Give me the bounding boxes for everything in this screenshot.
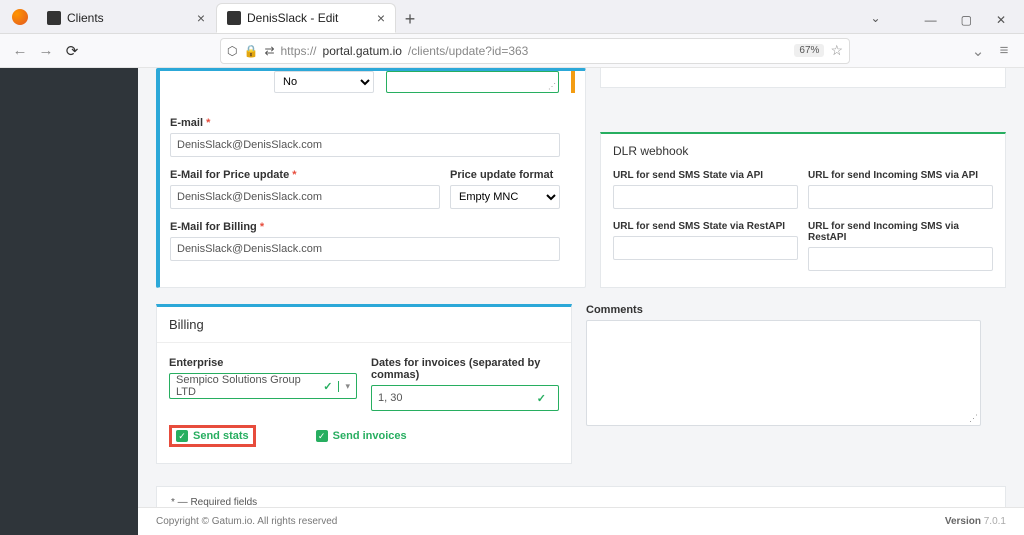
enterprise-select[interactable]: Sempico Solutions Group LTD ✓ ▾ — [169, 373, 357, 399]
tab-edit[interactable]: DenisSlack - Edit × — [216, 3, 396, 33]
bookmark-icon[interactable]: ☆ — [830, 42, 843, 59]
tab-label: DenisSlack - Edit — [247, 11, 338, 25]
minimize-button[interactable]: — — [925, 13, 937, 27]
comments-section: Comments ⋰ — [586, 304, 1006, 464]
email-panel: No ⋰ E-mail * E-Mail for Price update * — [156, 68, 586, 288]
billing-title: Billing — [157, 307, 571, 343]
check-icon: ✓ — [537, 392, 546, 405]
copyright: Copyright © Gatum.io. All rights reserve… — [156, 516, 337, 527]
orange-stripe — [571, 71, 575, 93]
tab-label: Clients — [67, 11, 104, 25]
version-number: 7.0.1 — [984, 516, 1006, 527]
dlr-f1-input[interactable] — [613, 185, 798, 209]
enterprise-value: Sempico Solutions Group LTD — [176, 374, 323, 398]
billing-email-label: E-Mail for Billing * — [170, 221, 575, 233]
dates-label: Dates for invoices (separated by commas) — [371, 357, 559, 381]
send-invoices-checkbox[interactable]: ✓ — [316, 430, 328, 442]
dates-input[interactable]: 1, 30 ✓ — [371, 385, 559, 411]
favicon-icon — [227, 11, 241, 25]
send-stats-highlight: ✓ Send stats — [169, 425, 256, 447]
dlr-f3-input[interactable] — [613, 236, 798, 260]
favicon-icon — [47, 11, 61, 25]
send-stats-label: Send stats — [193, 430, 249, 442]
firefox-logo-icon — [12, 9, 28, 25]
back-button[interactable]: ← — [12, 42, 28, 59]
comments-label: Comments — [586, 304, 1006, 316]
price-format-select[interactable]: Empty MNC — [450, 185, 560, 209]
close-icon[interactable]: × — [197, 10, 205, 26]
pocket-icon[interactable]: ⌄ — [970, 42, 986, 60]
price-format-label: Price update format — [450, 169, 560, 181]
footer: Copyright © Gatum.io. All rights reserve… — [138, 507, 1024, 535]
new-tab-button[interactable]: + — [396, 5, 424, 33]
billing-panel: Billing Enterprise Sempico Solutions Gro… — [156, 304, 572, 464]
tab-clients[interactable]: Clients × — [36, 3, 216, 33]
browser-tab-strip: Clients × DenisSlack - Edit × + ⌄ — ▢ ✕ — [0, 0, 1024, 34]
dlr-f4-input[interactable] — [808, 247, 993, 271]
url-protocol: https:// — [281, 44, 317, 58]
dlr-f4-label: URL for send Incoming SMS via RestAPI — [808, 221, 993, 243]
check-icon: ✓ — [323, 380, 332, 393]
email-label: E-mail * — [170, 117, 575, 129]
email-input[interactable] — [170, 133, 560, 157]
reload-button[interactable]: ⟳ — [64, 42, 80, 60]
dlr-f1-label: URL for send SMS State via API — [613, 170, 798, 181]
top-select[interactable]: No — [274, 71, 374, 93]
shield-icon: ⬡ — [227, 44, 237, 58]
enterprise-label: Enterprise — [169, 357, 357, 369]
url-path: /clients/update?id=363 — [408, 44, 528, 58]
version-label: Version — [945, 516, 981, 527]
sidebar — [0, 68, 138, 535]
address-bar: ← → ⟳ ⬡ 🔒 ⇄ https:// portal.gatum.io/clie… — [0, 34, 1024, 68]
comments-textarea[interactable]: ⋰ — [586, 320, 981, 426]
chevron-down-icon: ▾ — [338, 381, 350, 392]
dlr-f3-label: URL for send SMS State via RestAPI — [613, 221, 798, 232]
dlr-f2-label: URL for send Incoming SMS via API — [808, 170, 993, 181]
chevron-down-icon[interactable]: ⌄ — [871, 11, 881, 25]
send-invoices-label: Send invoices — [333, 430, 407, 442]
url-input[interactable]: ⬡ 🔒 ⇄ https:// portal.gatum.io/clients/up… — [220, 38, 850, 64]
dates-value: 1, 30 — [378, 392, 402, 404]
dlr-title: DLR webhook — [613, 144, 993, 158]
price-email-input[interactable] — [170, 185, 440, 209]
close-icon[interactable]: × — [377, 10, 385, 26]
dlr-webhook-panel: DLR webhook URL for send SMS State via A… — [600, 132, 1006, 288]
permissions-icon: ⇄ — [264, 44, 274, 58]
main-content: No ⋰ E-mail * E-Mail for Price update * — [138, 68, 1024, 535]
menu-icon[interactable]: ≡ — [996, 42, 1012, 59]
send-stats-checkbox[interactable]: ✓ — [176, 430, 188, 442]
zoom-level[interactable]: 67% — [794, 44, 824, 57]
forward-button: → — [38, 42, 54, 59]
close-window-button[interactable]: ✕ — [996, 13, 1006, 27]
right-top-panel — [600, 68, 1006, 88]
price-email-label: E-Mail for Price update * — [170, 169, 440, 181]
url-host: portal.gatum.io — [323, 44, 402, 58]
green-textarea[interactable]: ⋰ — [386, 71, 559, 93]
maximize-button[interactable]: ▢ — [961, 13, 972, 27]
billing-email-input[interactable] — [170, 237, 560, 261]
dlr-f2-input[interactable] — [808, 185, 993, 209]
lock-icon: 🔒 — [243, 44, 258, 58]
